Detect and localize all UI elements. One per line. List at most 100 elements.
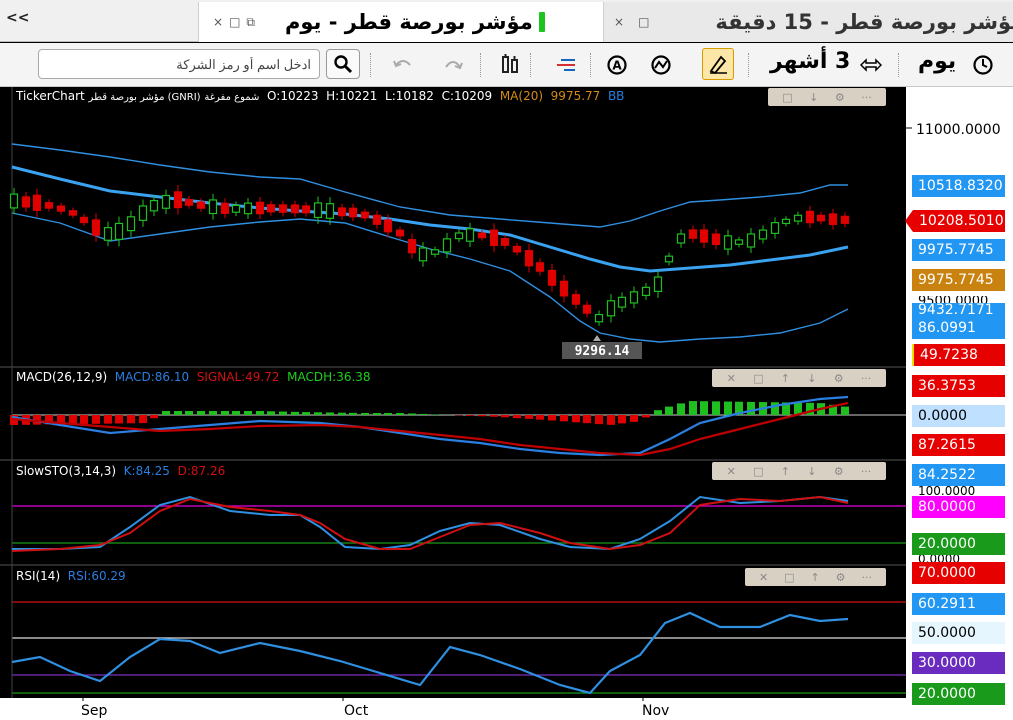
svg-text:A: A (612, 59, 622, 73)
drawing-tool-icon[interactable] (702, 48, 734, 80)
candle-body (524, 250, 534, 267)
candle-body (758, 229, 768, 240)
candle-body (559, 280, 569, 297)
macd-hist-bar (209, 411, 217, 415)
undo-icon[interactable] (390, 52, 416, 78)
maximize-icon[interactable]: □ (753, 372, 763, 385)
macd-hist-bar (548, 415, 556, 421)
up-arrow-icon[interactable]: ↑ (781, 372, 790, 385)
candle-body (746, 233, 756, 248)
macd-panel-controls[interactable]: ✕ □ ↑ ↓ ⚙ ··· (712, 369, 886, 387)
close-icon[interactable]: ✕ (727, 372, 736, 385)
up-arrow-icon[interactable]: ↑ (811, 571, 820, 584)
candle-body (816, 214, 826, 222)
more-icon[interactable]: ··· (861, 91, 872, 104)
tab-bar: << × □ ⧉ مؤشر بورصة قطر - يوم × □ مؤشر ب… (0, 0, 1013, 42)
legend-symbol: مؤشر بورصة قطر (GNRI) (88, 92, 201, 103)
more-icon[interactable]: ··· (861, 465, 872, 478)
macd-hist-bar (536, 415, 544, 420)
down-arrow-icon[interactable]: ↓ (807, 372, 816, 385)
toolbar-separator (530, 53, 531, 77)
sto-legend: SlowSTO(3,14,3) K:84.25 D:87.26 (16, 464, 225, 478)
candle-body (535, 262, 545, 272)
macd-hist-bar (501, 415, 509, 418)
close-icon[interactable]: ✕ (759, 571, 768, 584)
clock-icon[interactable] (970, 52, 996, 78)
candle-body (781, 218, 791, 225)
macd-hist-bar (162, 411, 170, 415)
settings-icon[interactable]: ⚙ (836, 571, 846, 584)
last-price-box: 10208.5010 (905, 210, 1005, 232)
maximize-icon[interactable]: □ (753, 465, 763, 478)
chart-area[interactable]: 9296.14 11000.0000 Sep Oct Nov TickerCha… (0, 87, 1013, 720)
maximize-icon[interactable]: □ (782, 91, 792, 104)
candle-body (196, 201, 206, 209)
macd-hist-bar (525, 415, 533, 419)
candle-body (337, 207, 347, 217)
candle-body (770, 222, 780, 234)
macd-hist-bar (431, 414, 439, 415)
tab-scroll-button[interactable]: << (6, 10, 29, 26)
settings-icon[interactable]: ⚙ (834, 465, 844, 478)
interval-selector[interactable]: يوم (918, 49, 956, 74)
indicator-list-icon[interactable] (553, 52, 579, 78)
macd-hist-bar (607, 415, 615, 425)
candle-body (220, 202, 230, 214)
macd-hist-bar (618, 415, 626, 424)
company-search-input[interactable] (38, 49, 320, 79)
ma-line (11, 165, 849, 273)
macd-hist-bar (127, 415, 135, 424)
double-arrow-icon[interactable] (858, 52, 884, 78)
macd-hist-bar (80, 415, 88, 424)
macd-hist-bar (642, 415, 650, 418)
auto-icon[interactable]: A (604, 52, 630, 78)
main-panel-controls[interactable]: □ ↓ ⚙ ··· (768, 88, 886, 106)
compare-icon[interactable] (497, 52, 523, 78)
maximize-icon[interactable]: □ (229, 15, 240, 29)
macd-hist-bar (595, 415, 603, 425)
macd-axis-signal-line: 87.2615 (912, 434, 1005, 456)
down-arrow-icon[interactable]: ↓ (809, 91, 818, 104)
tab-gnri-15min[interactable]: × □ مؤشر بورصة قطر - 15 دقيقة (604, 2, 1013, 42)
candle-body (266, 204, 276, 213)
candle-body (653, 276, 663, 292)
settings-icon[interactable]: ⚙ (834, 372, 844, 385)
oscillator-icon[interactable] (648, 52, 674, 78)
macd-hist-bar (185, 411, 193, 415)
macd-hist-bar (314, 412, 322, 415)
macd-axis-macd: 86.0991 (912, 317, 1005, 339)
macd-line (11, 395, 849, 457)
period-selector[interactable]: 3 أشهر (770, 49, 850, 74)
macd-hist-bar (197, 411, 205, 415)
bollinger-bands (11, 143, 849, 343)
down-arrow-icon[interactable]: ↓ (807, 465, 816, 478)
maximize-icon[interactable]: □ (784, 571, 794, 584)
maximize-icon[interactable]: □ (638, 15, 649, 29)
tab-gnri-daily[interactable]: × □ ⧉ مؤشر بورصة قطر - يوم (198, 2, 604, 42)
candle-body (641, 286, 651, 297)
candle-body (547, 269, 557, 286)
settings-icon[interactable]: ⚙ (835, 91, 845, 104)
rsi-panel-controls[interactable]: ✕ □ ↑ ⚙ ··· (745, 568, 886, 586)
close-icon[interactable]: ✕ (727, 465, 736, 478)
more-icon[interactable]: ··· (862, 571, 873, 584)
macd-hist-bar (478, 415, 486, 417)
macd-hist-bar (92, 415, 100, 424)
candle-body (138, 205, 148, 221)
toolbar-separator (590, 53, 591, 77)
redo-icon[interactable] (440, 52, 466, 78)
chart-canvas[interactable]: 9296.14 11000.0000 Sep Oct Nov (0, 87, 1013, 720)
candle-body (243, 202, 253, 215)
detach-icon[interactable]: ⧉ (246, 15, 255, 30)
more-icon[interactable]: ··· (861, 372, 872, 385)
macd-hist-bar (712, 401, 720, 415)
candle-body (582, 304, 592, 314)
sto-panel-controls[interactable]: ✕ □ ↑ ↓ ⚙ ··· (712, 462, 886, 480)
search-button[interactable] (326, 49, 360, 79)
up-arrow-icon[interactable]: ↑ (781, 465, 790, 478)
close-icon[interactable]: × (614, 15, 624, 29)
sto-axis-80: 80.0000 (912, 496, 1005, 518)
close-icon[interactable]: × (213, 15, 223, 29)
candle-body (231, 204, 241, 213)
active-tab-indicator (538, 12, 545, 32)
